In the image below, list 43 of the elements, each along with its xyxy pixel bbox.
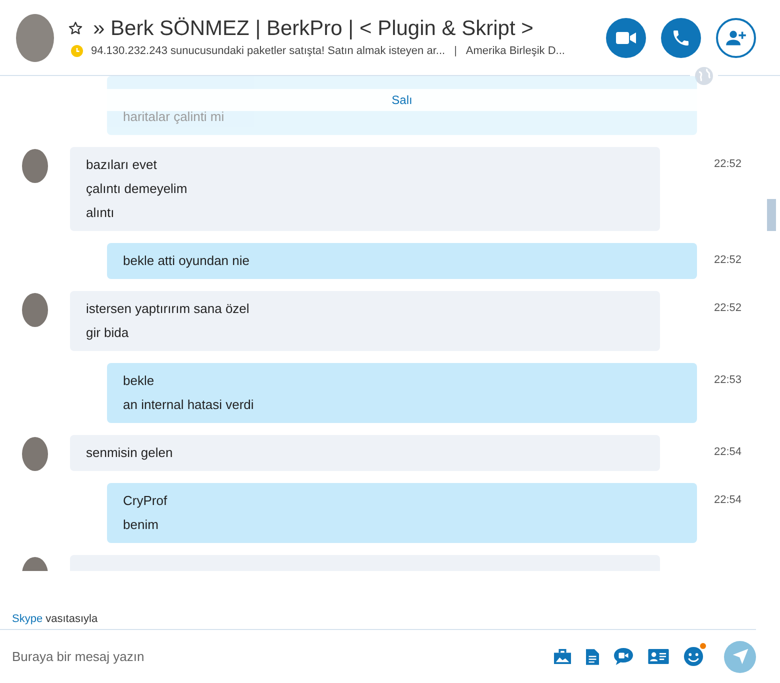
emoticon-icon[interactable] (683, 646, 704, 667)
message-text: gir bida (86, 324, 130, 342)
location-text: Amerika Birleşik D... (466, 44, 565, 56)
message-time: 22:52 (714, 302, 742, 314)
media-icon[interactable] (553, 648, 572, 665)
message-text: istersen yaptırırım sana özel (86, 300, 250, 318)
message-text: senmisin gelen (86, 444, 174, 462)
via-note: Skype vasıtasıyla (12, 613, 98, 625)
message-input[interactable]: Buraya bir mesaj yazın (12, 649, 553, 664)
message-text: haritalar çalinti mi (123, 108, 226, 126)
message-time: 22:53 (714, 374, 742, 386)
mood-message: 94.130.232.243 sunucusundaki paketler satışta! Satın almak isteyen ar... (91, 44, 446, 56)
avatar (22, 293, 48, 327)
message-text: bekle atti oyundan nie (123, 252, 250, 270)
send-icon (732, 648, 748, 665)
video-call-button[interactable] (606, 18, 646, 58)
document-icon[interactable] (586, 648, 599, 665)
message-text: bazıları evet (86, 156, 158, 174)
message-text: bekle (123, 372, 156, 390)
message-time: 22:52 (714, 254, 742, 266)
add-contact-button[interactable] (716, 18, 756, 58)
message-time: 22:54 (714, 494, 742, 506)
message-text: an internal hatasi verdi (123, 396, 255, 414)
message-text: CryProf (123, 492, 168, 510)
video-camera-icon (616, 30, 636, 44)
message-text: alıntı (86, 204, 116, 222)
clock-icon (71, 44, 83, 56)
call-button[interactable] (661, 18, 701, 58)
chat-title: » Berk SÖNMEZ | BerkPro | < Plugin & Skript > (93, 16, 534, 40)
message-text: çalıntı demeyelim (86, 180, 188, 198)
avatar (22, 149, 48, 183)
phone-icon (671, 28, 691, 48)
message-text: benim (123, 516, 160, 534)
skype-link[interactable]: Skype (12, 613, 43, 625)
separator: | (454, 44, 457, 56)
add-person-icon (725, 28, 747, 46)
contact-card-icon[interactable] (648, 649, 669, 664)
message-time: 22:52 (714, 158, 742, 170)
message-time: 22:54 (714, 446, 742, 458)
video-message-icon[interactable] (613, 647, 634, 666)
avatar (22, 437, 48, 471)
star-icon[interactable] (68, 21, 83, 36)
contact-avatar (16, 14, 54, 62)
